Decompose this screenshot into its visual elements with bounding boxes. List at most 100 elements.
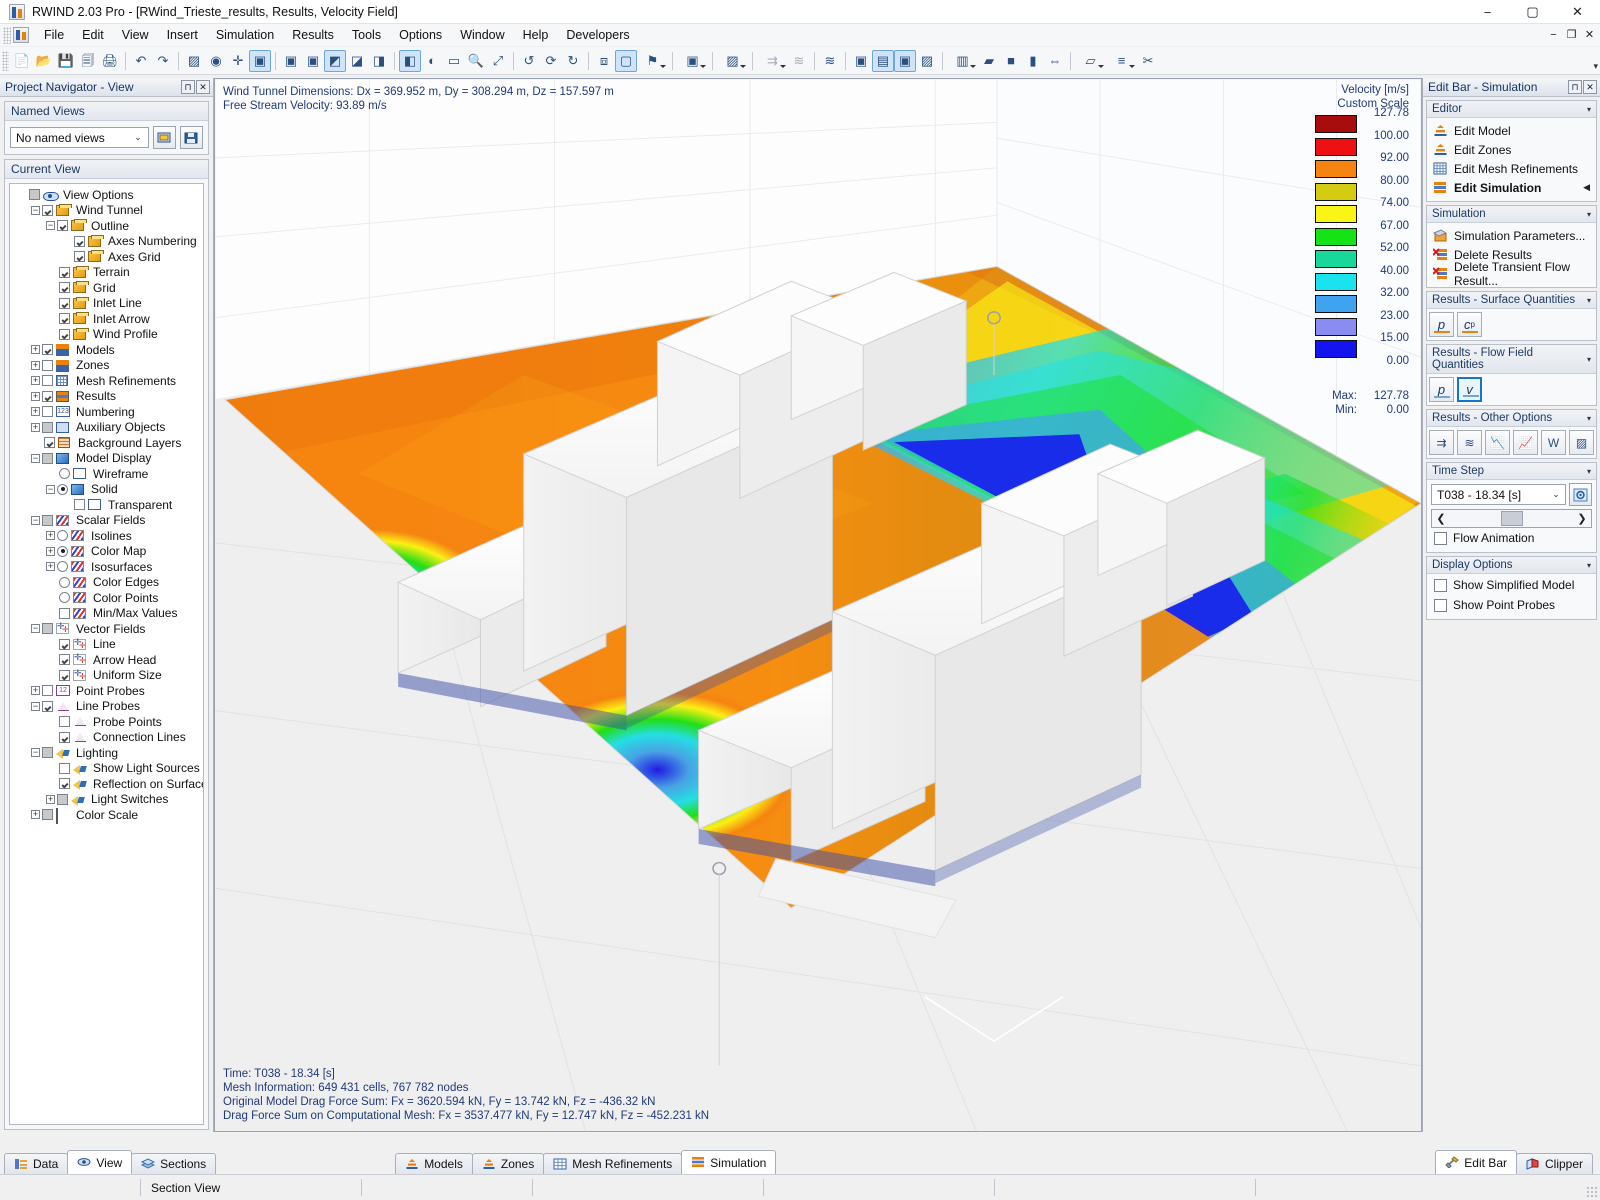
display-option-show-simplified-model[interactable]: Show Simplified Model xyxy=(1431,575,1592,595)
iso-surface-2-icon[interactable]: ≋ xyxy=(819,50,841,72)
menu-grip[interactable] xyxy=(3,26,11,44)
tree-item-view-options[interactable]: View Options xyxy=(12,187,203,203)
zoom-all-icon[interactable]: ⤢ xyxy=(487,50,509,72)
menu-results[interactable]: Results xyxy=(283,25,343,45)
time-step-slider-thumb[interactable] xyxy=(1500,511,1523,526)
edit-bar-item-simulation-parameters[interactable]: Simulation Parameters... xyxy=(1431,226,1592,245)
tree-checkbox[interactable] xyxy=(44,437,55,449)
view-axis-y-icon[interactable]: ◪ xyxy=(346,50,368,72)
snap-icon[interactable]: ✛ xyxy=(227,50,249,72)
wireframe-view-icon[interactable]: ⧈ xyxy=(593,50,615,72)
time-step-header[interactable]: Time Step ▾ xyxy=(1427,463,1596,480)
resize-grip[interactable] xyxy=(1586,1186,1598,1198)
mdi-restore-button[interactable]: ❐ xyxy=(1563,26,1580,43)
tree-item-terrain[interactable]: Terrain xyxy=(12,265,203,281)
dimension-icon[interactable]: ≡ xyxy=(1106,50,1137,72)
tree-item-transparent[interactable]: Transparent xyxy=(12,497,203,513)
render-mode-icon[interactable]: ◐ xyxy=(421,50,443,72)
minimize-button[interactable]: − xyxy=(1465,0,1510,24)
save-icon[interactable]: 💾 xyxy=(55,50,77,72)
section-plane-y-icon[interactable]: ■ xyxy=(1000,50,1022,72)
flow-velocity-button[interactable]: v xyxy=(1457,377,1482,402)
tree-item-uniform-size[interactable]: Uniform Size xyxy=(12,668,203,684)
tree-radio[interactable] xyxy=(59,592,70,604)
display-option-show-point-probes[interactable]: Show Point Probes xyxy=(1431,595,1592,615)
model-display-icon[interactable]: ▣ xyxy=(677,50,708,72)
tree-checkbox[interactable] xyxy=(57,793,68,805)
tree-item-min-max-values[interactable]: Min/Max Values xyxy=(12,606,203,622)
expand-icon[interactable]: + xyxy=(46,562,55,572)
tree-item-background-layers[interactable]: Background Layers xyxy=(12,435,203,451)
print-preview-icon[interactable]: 🗐 xyxy=(77,50,99,72)
menu-options[interactable]: Options xyxy=(390,25,451,45)
tree-checkbox[interactable] xyxy=(42,390,53,402)
note-icon[interactable]: ▱ xyxy=(1075,50,1106,72)
tree-item-results[interactable]: + Results xyxy=(12,389,203,405)
expand-icon[interactable]: + xyxy=(31,376,40,386)
tree-checkbox[interactable] xyxy=(42,359,53,371)
tree-item-arrow-head[interactable]: Arrow Head xyxy=(12,652,203,668)
mdi-close-button[interactable]: ✕ xyxy=(1581,26,1598,43)
menu-simulation[interactable]: Simulation xyxy=(207,25,283,45)
edit-bar-pin-button[interactable]: ⊓ xyxy=(1568,80,1582,94)
tree-checkbox[interactable] xyxy=(42,623,53,635)
section-cube-icon[interactable]: ▥ xyxy=(947,50,978,72)
surface-pressure-button[interactable]: p xyxy=(1429,312,1454,337)
tree-checkbox[interactable] xyxy=(74,251,85,263)
view-axis-z-icon[interactable]: ◨ xyxy=(368,50,390,72)
tree-checkbox[interactable] xyxy=(42,809,53,821)
result-model-icon[interactable]: ▤ xyxy=(872,49,894,72)
rotate-left-icon[interactable]: ↺ xyxy=(518,50,540,72)
surface-cp-button[interactable]: cp xyxy=(1457,312,1482,337)
tree-checkbox[interactable] xyxy=(59,313,70,325)
tree-radio[interactable] xyxy=(59,576,70,588)
flow-quantities-header[interactable]: Results - Flow Field Quantities ▾ xyxy=(1427,345,1596,374)
tree-checkbox[interactable] xyxy=(42,375,53,387)
tree-item-inlet-line[interactable]: Inlet Line xyxy=(12,296,203,312)
expand-icon[interactable]: + xyxy=(31,345,40,355)
menu-file[interactable]: File xyxy=(35,25,73,45)
view-eye-icon[interactable]: ◉ xyxy=(205,50,227,72)
tree-checkbox[interactable] xyxy=(59,778,70,790)
tree-item-probe-points[interactable]: Probe Points xyxy=(12,714,203,730)
tree-radio[interactable] xyxy=(57,530,68,542)
tree-checkbox[interactable] xyxy=(74,235,85,247)
zoom-window-icon[interactable]: ▭ xyxy=(443,50,465,72)
tree-checkbox[interactable] xyxy=(59,716,70,728)
tab-mesh-refinements[interactable]: Mesh Refinements xyxy=(543,1153,683,1174)
tree-item-vector-fields[interactable]: − Vector Fields xyxy=(12,621,203,637)
display-option-checkbox[interactable] xyxy=(1434,578,1447,592)
tree-checkbox[interactable] xyxy=(42,204,53,216)
tree-item-wind-tunnel[interactable]: − Wind Tunnel xyxy=(12,203,203,219)
menu-edit[interactable]: Edit xyxy=(73,25,113,45)
tree-checkbox[interactable] xyxy=(59,762,70,774)
tree-checkbox[interactable] xyxy=(59,297,70,309)
edit-bar-item-edit-model[interactable]: Edit Model xyxy=(1431,121,1592,140)
tab-view[interactable]: View xyxy=(67,1150,133,1174)
tree-checkbox[interactable] xyxy=(59,282,70,294)
mdi-minimize-button[interactable]: − xyxy=(1545,26,1562,43)
collapse-icon[interactable]: − xyxy=(31,453,40,463)
tree-radio[interactable] xyxy=(57,561,68,573)
tree-checkbox[interactable] xyxy=(42,421,53,433)
scalar-field-icon[interactable]: ▨ xyxy=(717,50,748,72)
tree-item-line[interactable]: Line xyxy=(12,637,203,653)
deselect-icon[interactable]: ▣ xyxy=(302,50,324,72)
tree-checkbox[interactable] xyxy=(59,731,70,743)
close-panel-button[interactable]: ✕ xyxy=(196,80,210,94)
collapse-icon[interactable]: − xyxy=(31,515,40,525)
result-graph-button[interactable]: 📈 xyxy=(1513,430,1538,455)
export-word-button[interactable]: W xyxy=(1541,430,1566,455)
view-axis-x-icon[interactable]: ◩ xyxy=(324,49,346,72)
tree-item-auxiliary-objects[interactable]: + Auxiliary Objects xyxy=(12,420,203,436)
tree-checkbox[interactable] xyxy=(42,406,53,418)
expand-icon[interactable]: + xyxy=(46,531,55,541)
result-square-icon[interactable]: ▣ xyxy=(894,49,916,72)
tree-checkbox[interactable] xyxy=(42,452,53,464)
render-settings-icon[interactable]: ▨ xyxy=(183,50,205,72)
expand-icon[interactable]: + xyxy=(46,794,55,804)
edit-bar-item-edit-mesh-refinements[interactable]: Edit Mesh Refinements xyxy=(1431,159,1592,178)
collapse-icon[interactable]: − xyxy=(31,748,40,758)
menu-view[interactable]: View xyxy=(113,25,158,45)
flow-pressure-button[interactable]: p xyxy=(1429,377,1454,402)
